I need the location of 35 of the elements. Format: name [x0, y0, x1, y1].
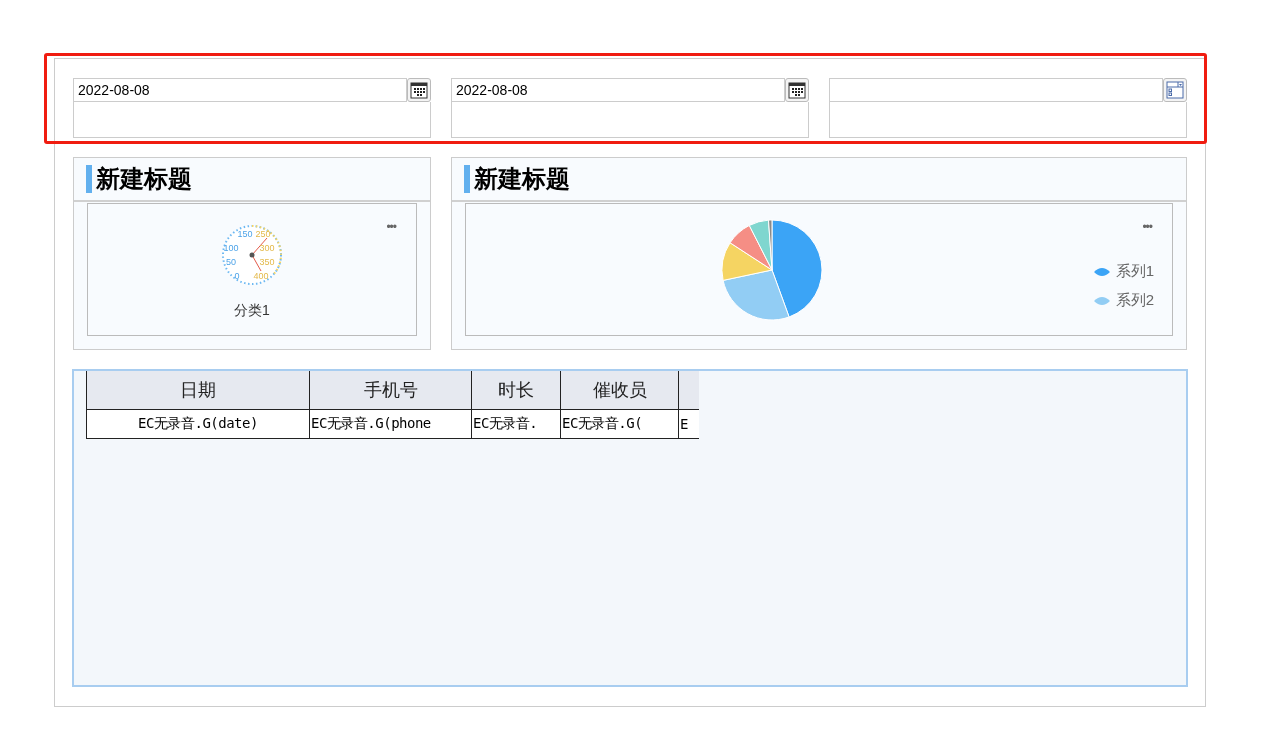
column-header: 日期: [86, 371, 310, 410]
gauge-tick-label: 400: [253, 270, 269, 282]
panel-title: 新建标题: [96, 164, 192, 194]
panel-title: 新建标题: [474, 164, 570, 194]
table-cell: EC无录音.: [471, 409, 561, 439]
column-header: [678, 371, 699, 410]
title-marker: [86, 165, 92, 193]
category-label: 分类1: [234, 302, 270, 320]
more-button[interactable]: •••: [386, 220, 396, 234]
gauge-dial-drawing: [221, 224, 283, 286]
date-field[interactable]: [829, 78, 1163, 102]
column-header: 催收员: [560, 371, 679, 410]
gauge-tick-label: 300: [259, 242, 275, 254]
more-button[interactable]: •••: [1142, 220, 1152, 234]
gauge-tick-label: 50: [225, 256, 237, 268]
date-field[interactable]: 2022-08-08: [451, 78, 785, 102]
picker-button[interactable]: [785, 78, 809, 102]
table-cell: EC无录音.G(: [560, 409, 679, 439]
legend-label: 系列1: [1115, 262, 1154, 281]
date-field[interactable]: 2022-08-08: [73, 78, 407, 102]
column-header: 时长: [471, 371, 561, 410]
table-cell: EC无录音.G(phone: [309, 409, 472, 439]
picker-button[interactable]: [407, 78, 431, 102]
dropdown-list-icon: [1166, 81, 1184, 99]
calendar-icon: [788, 81, 806, 99]
table-cell: EC无录音.G(date): [86, 409, 310, 439]
gauge-tick-label: 350: [259, 256, 275, 268]
title-marker: [464, 165, 470, 193]
gauge-tick-label: 100: [223, 242, 239, 254]
legend-label: 系列2: [1115, 291, 1154, 310]
gauge-tick-label: 0: [233, 270, 241, 282]
column-header: 手机号: [309, 371, 472, 410]
gauge-tick-label: 150: [237, 228, 253, 240]
gauge-tick-label: 250: [255, 228, 271, 240]
calendar-icon: [410, 81, 428, 99]
